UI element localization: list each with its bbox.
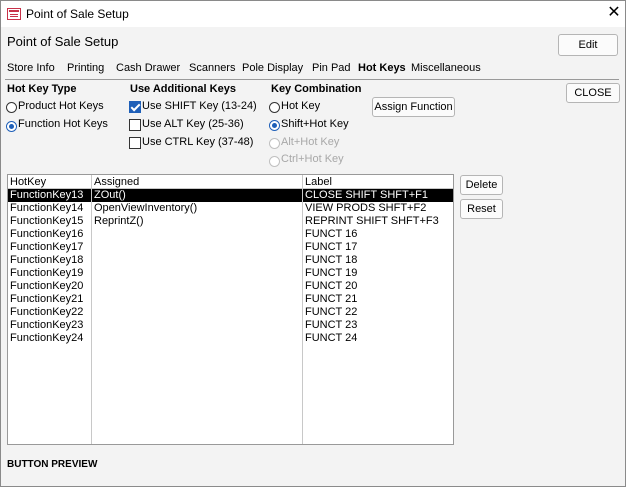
table-row[interactable]: FunctionKey21 FUNCT 21 xyxy=(8,293,453,306)
shift-hot-key-label: Shift+Hot Key xyxy=(281,118,349,130)
label-cell: FUNCT 24 xyxy=(305,332,358,344)
ctrl-key-label: Use CTRL Key (37-48) xyxy=(142,136,254,148)
ctrl-hot-key-label: Ctrl+Hot Key xyxy=(281,153,344,165)
hotkey-cell: FunctionKey16 xyxy=(10,228,84,240)
table-row[interactable]: FunctionKey14 OpenViewInventory() VIEW P… xyxy=(8,202,453,215)
assigned-cell: OpenViewInventory() xyxy=(94,202,198,214)
label-cell: FUNCT 18 xyxy=(305,254,358,266)
hotkey-cell: FunctionKey19 xyxy=(10,267,84,279)
table-row[interactable]: FunctionKey18 FUNCT 18 xyxy=(8,254,453,267)
tab-pin-pad[interactable]: Pin Pad xyxy=(312,62,351,74)
table-row[interactable]: FunctionKey24 FUNCT 24 xyxy=(8,332,453,345)
label-cell: FUNCT 19 xyxy=(305,267,358,279)
window-title: Point of Sale Setup xyxy=(26,7,129,21)
function-hotkeys-radio[interactable] xyxy=(6,121,17,132)
shift-hot-key-radio[interactable] xyxy=(269,120,280,131)
additional-keys-title: Use Additional Keys xyxy=(130,83,236,95)
delete-button[interactable]: Delete xyxy=(460,175,503,195)
label-cell: FUNCT 17 xyxy=(305,241,358,253)
column-header-label[interactable]: Label xyxy=(305,176,332,188)
label-cell: FUNCT 20 xyxy=(305,280,358,292)
column-header-assigned[interactable]: Assigned xyxy=(94,176,139,188)
tab-printing[interactable]: Printing xyxy=(67,62,104,74)
hotkey-cell: FunctionKey15 xyxy=(10,215,84,227)
product-hotkeys-radio[interactable] xyxy=(6,102,17,113)
alt-hot-key-radio xyxy=(269,138,280,149)
column-divider xyxy=(302,175,303,444)
table-row[interactable]: FunctionKey23 FUNCT 23 xyxy=(8,319,453,332)
hot-key-radio[interactable] xyxy=(269,102,280,113)
hotkey-cell: FunctionKey21 xyxy=(10,293,84,305)
hotkey-cell: FunctionKey18 xyxy=(10,254,84,266)
table-row[interactable]: FunctionKey20 FUNCT 20 xyxy=(8,280,453,293)
alt-key-checkbox[interactable] xyxy=(129,119,141,131)
title-bar: Point of Sale Setup ✕ xyxy=(1,1,625,27)
column-header-hotkey[interactable]: HotKey xyxy=(10,176,46,188)
tab-hot-keys[interactable]: Hot Keys xyxy=(358,62,406,74)
hotkey-grid[interactable]: HotKey Assigned Label FunctionKey13 ZOut… xyxy=(7,174,454,445)
hotkey-cell: FunctionKey23 xyxy=(10,319,84,331)
hotkey-cell: FunctionKey24 xyxy=(10,332,84,344)
pos-setup-window: Point of Sale Setup ✕ Point of Sale Setu… xyxy=(0,0,626,487)
app-icon xyxy=(7,8,21,20)
table-row[interactable]: FunctionKey16 FUNCT 16 xyxy=(8,228,453,241)
shift-key-label: Use SHIFT Key (13-24) xyxy=(142,100,257,112)
assigned-cell: ZOut() xyxy=(94,189,126,201)
alt-hot-key-label: Alt+Hot Key xyxy=(281,136,340,148)
button-preview-label: BUTTON PREVIEW xyxy=(7,459,98,470)
form-title: Point of Sale Setup xyxy=(7,34,119,49)
hot-key-label: Hot Key xyxy=(281,100,321,112)
tab-scanners[interactable]: Scanners xyxy=(189,62,235,74)
table-row[interactable]: FunctionKey22 FUNCT 22 xyxy=(8,306,453,319)
product-hotkeys-label: Product Hot Keys xyxy=(18,100,104,112)
function-hotkeys-label: Function Hot Keys xyxy=(18,118,108,130)
tab-cash-drawer[interactable]: Cash Drawer xyxy=(116,62,180,74)
ctrl-hot-key-radio xyxy=(269,156,280,167)
hotkey-cell: FunctionKey20 xyxy=(10,280,84,292)
table-row[interactable]: FunctionKey19 FUNCT 19 xyxy=(8,267,453,280)
label-cell: FUNCT 21 xyxy=(305,293,358,305)
label-cell: REPRINT SHIFT SHFT+F3 xyxy=(305,215,439,227)
tab-store-info[interactable]: Store Info xyxy=(7,62,55,74)
label-cell: CLOSE SHIFT SHFT+F1 xyxy=(305,189,428,201)
shift-key-checkbox[interactable] xyxy=(129,101,141,113)
table-row[interactable]: FunctionKey17 FUNCT 17 xyxy=(8,241,453,254)
label-cell: FUNCT 22 xyxy=(305,306,358,318)
close-shift-preview-button[interactable]: CLOSE SHIFT xyxy=(566,83,620,103)
label-cell: VIEW PRODS SHFT+F2 xyxy=(305,202,427,214)
alt-key-label: Use ALT Key (25-36) xyxy=(142,118,244,130)
close-icon[interactable]: ✕ xyxy=(605,4,623,22)
table-row[interactable]: FunctionKey15 ReprintZ() REPRINT SHIFT S… xyxy=(8,215,453,228)
edit-button[interactable]: Edit xyxy=(558,34,618,56)
reset-button[interactable]: Reset xyxy=(460,199,503,219)
hotkey-type-title: Hot Key Type xyxy=(7,83,77,95)
label-cell: FUNCT 23 xyxy=(305,319,358,331)
hotkey-cell: FunctionKey14 xyxy=(10,202,84,214)
tab-pole-display[interactable]: Pole Display xyxy=(242,62,303,74)
column-divider xyxy=(91,175,92,444)
assign-function-button[interactable]: Assign Function xyxy=(372,97,455,117)
ctrl-key-checkbox[interactable] xyxy=(129,137,141,149)
label-cell: FUNCT 16 xyxy=(305,228,358,240)
assigned-cell: ReprintZ() xyxy=(94,215,144,227)
hotkey-cell: FunctionKey13 xyxy=(10,189,84,201)
key-combination-title: Key Combination xyxy=(271,83,362,95)
hotkey-cell: FunctionKey22 xyxy=(10,306,84,318)
tab-miscellaneous[interactable]: Miscellaneous xyxy=(411,62,481,74)
tab-divider xyxy=(5,79,619,80)
table-row[interactable]: FunctionKey13 ZOut() CLOSE SHIFT SHFT+F1 xyxy=(8,189,453,202)
hotkey-cell: FunctionKey17 xyxy=(10,241,84,253)
